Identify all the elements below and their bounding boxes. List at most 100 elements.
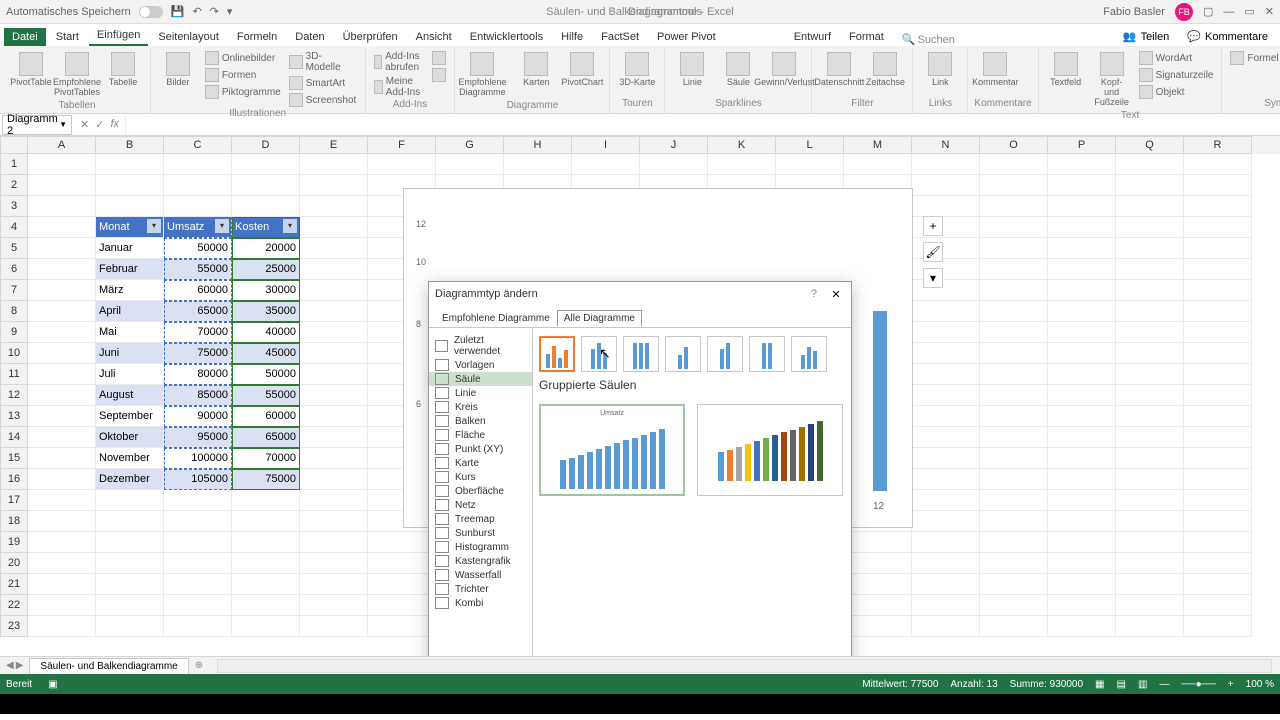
cell[interactable] [28,553,96,574]
cell[interactable] [28,490,96,511]
tab-start[interactable]: Start [48,28,87,46]
subtype-100-stacked-column[interactable] [623,336,659,372]
row-header[interactable]: 23 [0,616,28,637]
cell[interactable] [232,553,300,574]
cell[interactable] [912,553,980,574]
column-header[interactable]: G [436,136,504,154]
cell[interactable] [1048,301,1116,322]
cell[interactable]: 65000 [232,427,300,448]
cell[interactable] [368,616,436,637]
cell[interactable]: November [96,448,164,469]
chart-preview-2[interactable] [697,404,843,496]
pictograms-button[interactable]: Piktogramme [203,84,283,100]
cell[interactable] [300,259,368,280]
smartart-button[interactable]: SmartArt [287,75,359,91]
cell[interactable]: Februar [96,259,164,280]
cell[interactable] [1116,490,1184,511]
cell[interactable] [96,490,164,511]
chart-type-item[interactable]: Kreis [429,400,532,414]
cell[interactable] [980,616,1048,637]
cell[interactable]: 25000 [232,259,300,280]
cell[interactable] [912,595,980,616]
cell[interactable] [1116,574,1184,595]
column-header[interactable]: R [1184,136,1252,154]
cell[interactable] [980,427,1048,448]
chart-plus-icon[interactable]: + [923,216,943,236]
cancel-formula-icon[interactable]: ✕ [80,118,89,131]
cell[interactable] [912,511,980,532]
tab-formeln[interactable]: Formeln [229,28,285,46]
cell[interactable] [96,553,164,574]
tab-ansicht[interactable]: Ansicht [408,28,460,46]
cell[interactable] [28,364,96,385]
chart-type-item[interactable]: Zuletzt verwendet [429,334,532,358]
cell[interactable] [980,364,1048,385]
ribbon-display-icon[interactable]: ▢ [1203,5,1213,18]
cell[interactable] [980,595,1048,616]
cell[interactable] [300,301,368,322]
subtype-3d-clustered[interactable] [665,336,701,372]
cell[interactable] [1048,532,1116,553]
cell[interactable]: 50000 [164,238,232,259]
column-header[interactable]: F [368,136,436,154]
cell[interactable] [1184,154,1252,175]
cell[interactable] [1048,238,1116,259]
cell[interactable] [1048,385,1116,406]
column-header[interactable]: C [164,136,232,154]
cell[interactable]: 70000 [232,448,300,469]
cell[interactable] [1116,175,1184,196]
sparkline-line-button[interactable]: Linie [671,50,713,90]
3d-map-button[interactable]: 3D-Karte [616,50,658,90]
view-layout-icon[interactable]: ▤ [1117,679,1126,690]
cell[interactable] [300,448,368,469]
cell[interactable] [1184,406,1252,427]
cell[interactable] [1048,364,1116,385]
cell[interactable] [164,616,232,637]
cell[interactable] [980,154,1048,175]
dialog-close-icon[interactable]: ✕ [827,288,845,301]
cell[interactable] [164,154,232,175]
sheet-nav-prev-icon[interactable]: ◀ [6,660,14,671]
cell[interactable] [300,217,368,238]
cell[interactable] [1116,259,1184,280]
chart-type-item[interactable]: Fläche [429,428,532,442]
equation-button[interactable]: Formel [1228,50,1280,66]
cell[interactable] [232,196,300,217]
column-header[interactable]: N [912,136,980,154]
cell[interactable] [1184,595,1252,616]
column-header[interactable]: H [504,136,572,154]
cell[interactable] [776,154,844,175]
cell[interactable]: Oktober [96,427,164,448]
cell[interactable]: Juni [96,343,164,364]
cell[interactable] [232,574,300,595]
cell[interactable] [912,448,980,469]
view-pagebreak-icon[interactable]: ▥ [1138,679,1147,690]
column-header[interactable]: K [708,136,776,154]
cell[interactable] [164,511,232,532]
cell[interactable] [844,154,912,175]
cell[interactable] [1048,280,1116,301]
chart-type-item[interactable]: Sunburst [429,526,532,540]
cell[interactable] [1048,259,1116,280]
cell[interactable] [96,175,164,196]
chart-type-item[interactable]: Wasserfall [429,568,532,582]
cell[interactable]: 40000 [232,322,300,343]
cell[interactable] [28,448,96,469]
comments-button[interactable]: 💬Kommentare [1179,27,1276,46]
cell[interactable] [912,427,980,448]
cell[interactable] [300,511,368,532]
chart-type-item[interactable]: Histogramm [429,540,532,554]
timeline-button[interactable]: Zeitachse [864,50,906,90]
cell[interactable] [1048,406,1116,427]
cell[interactable] [28,259,96,280]
sheet-nav-next-icon[interactable]: ▶ [16,660,24,671]
row-header[interactable]: 17 [0,490,28,511]
cell[interactable] [96,154,164,175]
cell[interactable] [1116,406,1184,427]
cell[interactable] [164,490,232,511]
tab-seitenlayout[interactable]: Seitenlayout [150,28,227,46]
cell[interactable]: Mai [96,322,164,343]
cell[interactable] [96,511,164,532]
cell[interactable] [1048,448,1116,469]
cell[interactable] [1048,154,1116,175]
